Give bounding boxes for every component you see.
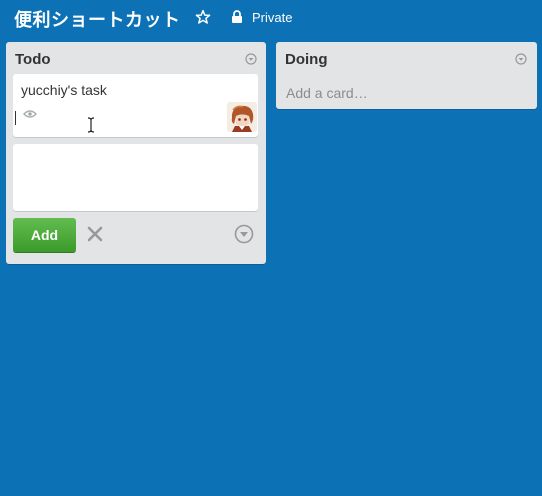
- avatar[interactable]: [227, 102, 257, 132]
- board-title[interactable]: 便利ショートカット: [14, 6, 181, 32]
- text-caret: [15, 111, 16, 125]
- text-cursor-icon: [87, 117, 95, 133]
- privacy-toggle[interactable]: Private: [252, 10, 292, 25]
- list-menu-icon[interactable]: [515, 52, 527, 65]
- lock-icon: [231, 10, 243, 24]
- list-menu-icon[interactable]: [245, 52, 257, 65]
- eye-icon: [23, 106, 37, 118]
- close-icon[interactable]: [86, 225, 104, 243]
- list-todo: Todo yucchiy's task Add: [6, 42, 266, 264]
- chevron-down-icon[interactable]: [234, 224, 254, 244]
- list-title[interactable]: Todo: [15, 51, 51, 68]
- board-header: 便利ショートカット Private: [0, 0, 542, 38]
- card-title-input[interactable]: [13, 144, 258, 211]
- card-title: yucchiy's task: [21, 82, 107, 98]
- star-icon[interactable]: [195, 9, 211, 25]
- card[interactable]: yucchiy's task: [13, 74, 258, 137]
- add-button[interactable]: Add: [13, 218, 76, 252]
- list-title[interactable]: Doing: [285, 51, 328, 68]
- add-card-link[interactable]: Add a card…: [286, 85, 368, 101]
- list-doing: Doing Add a card…: [276, 42, 537, 109]
- card-composer: [13, 144, 258, 211]
